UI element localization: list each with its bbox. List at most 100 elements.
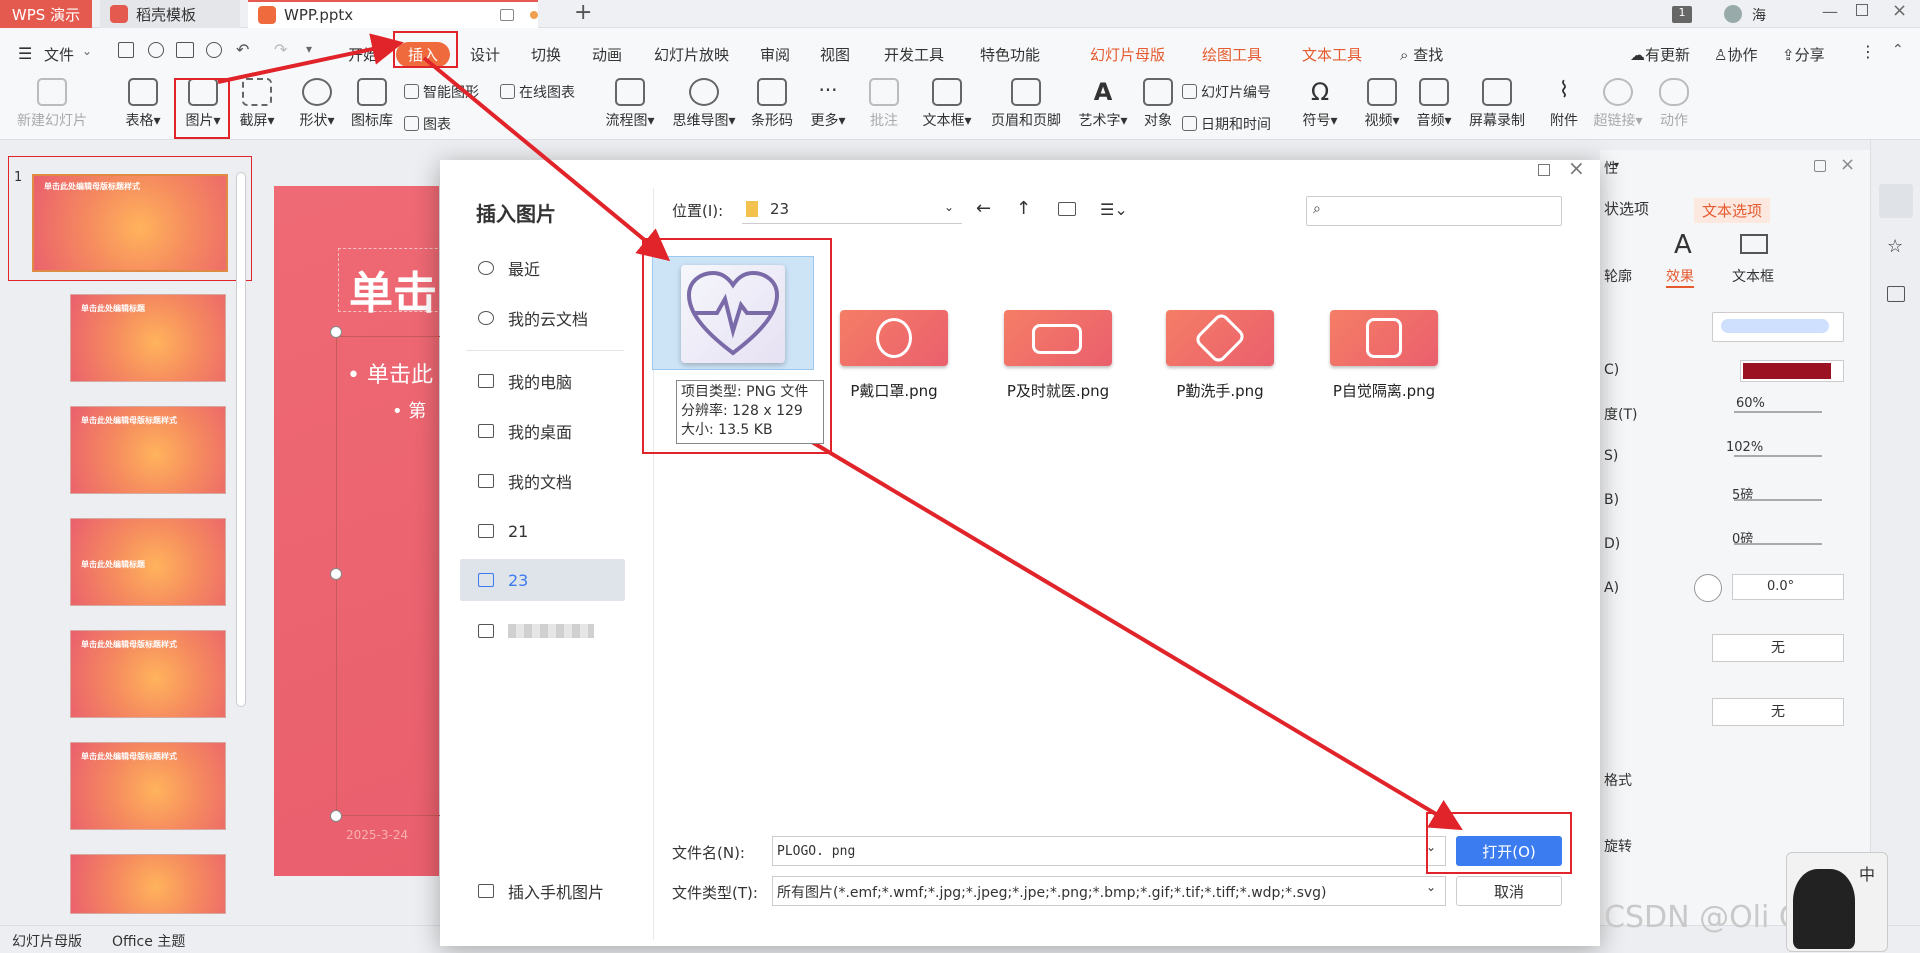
angle-dial[interactable] (1694, 574, 1722, 602)
none-select[interactable]: 无 (1712, 698, 1844, 726)
star-icon[interactable]: ☆ (1887, 236, 1903, 257)
none-select[interactable]: 无 (1712, 634, 1844, 662)
menu-animation[interactable]: 动画 (592, 44, 622, 65)
icon-library-button[interactable]: 图标库 (346, 78, 398, 130)
file-item[interactable]: P自觉隔离.png (1324, 310, 1444, 401)
resize-handle[interactable] (330, 568, 342, 580)
file-item[interactable]: P戴口罩.png (834, 310, 954, 401)
audio-button[interactable]: 音频▾ (1410, 78, 1458, 130)
comment-button[interactable]: 批注 (864, 78, 904, 130)
lock-icon[interactable] (1814, 160, 1826, 172)
avatar[interactable] (1724, 5, 1742, 23)
size-slider[interactable] (1734, 455, 1822, 457)
side-item-documents[interactable]: 我的文档 (460, 460, 625, 502)
menu-transition[interactable]: 切换 (531, 44, 561, 65)
body-placeholder[interactable]: • 单击此 • 第 (336, 336, 456, 816)
filetype-select[interactable]: 所有图片(*.emf;*.wmf;*.jpg;*.jpeg;*.jpe;*.pn… (772, 876, 1446, 906)
ime-widget[interactable]: 中 (1786, 852, 1888, 952)
menu-review[interactable]: 审阅 (760, 44, 790, 65)
screen-record-button[interactable]: 屏幕录制 (1462, 78, 1532, 130)
text-fill-icon[interactable]: A (1674, 230, 1692, 260)
action-button[interactable]: 动作 (1654, 78, 1694, 130)
menu-features[interactable]: 特色功能 (980, 44, 1040, 65)
new-tab-plus-icon[interactable]: + (574, 0, 592, 25)
side-item-cloud[interactable]: 我的云文档 (460, 297, 625, 339)
menu-drawing-tools[interactable]: 绘图工具 (1202, 44, 1262, 65)
collapse-ribbon-icon[interactable]: ⌃ (1892, 42, 1904, 58)
close-pane-icon[interactable]: × (1840, 154, 1855, 175)
maximize-icon[interactable] (1538, 164, 1550, 176)
location-select[interactable]: 23 ⌄ (742, 198, 962, 224)
user-name[interactable]: 海 (1752, 5, 1766, 25)
sub-tab-effect[interactable]: 效果 (1666, 266, 1694, 288)
sub-tab-outline[interactable]: 轮廓 (1604, 266, 1632, 286)
online-chart-button[interactable]: 在线图表 (500, 82, 575, 102)
side-item-folder-21[interactable]: 21 (460, 510, 625, 552)
angle-stepper[interactable]: 0.0° (1732, 574, 1844, 600)
view-mode-icon[interactable]: ☰⌄ (1100, 200, 1128, 219)
side-item-recent[interactable]: 最近 (460, 247, 625, 289)
layout-thumbnail[interactable]: 单击此处编辑母版标题样式 (70, 630, 226, 718)
share-button[interactable]: ⇪分享 (1782, 44, 1825, 65)
update-button[interactable]: ☁有更新 (1630, 44, 1690, 65)
menu-text-tools[interactable]: 文本工具 (1302, 44, 1362, 65)
hamburger-icon[interactable]: ☰ (18, 44, 32, 63)
chevron-down-icon[interactable]: ⌄ (82, 44, 92, 58)
sub-tab-textbox[interactable]: 文本框 (1732, 266, 1774, 286)
chart-button[interactable]: 图表 (404, 114, 451, 134)
format-painter-icon[interactable] (148, 42, 164, 58)
resize-handle[interactable] (330, 326, 342, 338)
save-icon[interactable] (118, 42, 134, 58)
cancel-button[interactable]: 取消 (1456, 876, 1562, 906)
file-item[interactable]: P及时就医.png (998, 310, 1118, 401)
shape-button[interactable]: 形状▾ (292, 78, 342, 130)
file-item[interactable]: P勤洗手.png (1160, 310, 1280, 401)
header-footer-button[interactable]: 页眉和页脚 (986, 78, 1066, 130)
layout-thumbnail[interactable]: 单击此处编辑母版标题样式 (70, 742, 226, 830)
side-item-computer[interactable]: 我的电脑 (460, 360, 625, 402)
textbox-icon[interactable] (1740, 234, 1768, 254)
close-dialog-icon[interactable]: × (1568, 156, 1585, 180)
window-count-badge[interactable]: 1 (1672, 6, 1692, 23)
layout-thumbnail[interactable]: 单击此处编辑母版标题样式 (70, 406, 226, 494)
slide-number-button[interactable]: 幻灯片编号 (1182, 82, 1271, 102)
screenshot-button[interactable]: 截屏▾ (232, 78, 282, 130)
window-icon[interactable] (500, 9, 514, 21)
close-icon[interactable]: × (1892, 0, 1907, 21)
properties-icon[interactable] (1879, 184, 1913, 218)
video-button[interactable]: 视频▾ (1358, 78, 1406, 130)
search-input[interactable]: ⌕ (1306, 196, 1562, 226)
color-select[interactable] (1740, 360, 1844, 382)
menu-file[interactable]: 文件 (44, 44, 74, 65)
back-arrow-icon[interactable]: ← (976, 198, 991, 219)
resize-handle[interactable] (330, 810, 342, 822)
slide-canvas[interactable]: 单击 • 单击此 • 第 2025-3-24 (274, 186, 458, 876)
collab-button[interactable]: ♙协作 (1714, 44, 1757, 65)
chevron-down-icon[interactable]: ⌄ (1426, 880, 1436, 894)
menu-slide-master[interactable]: 幻灯片母版 (1090, 44, 1165, 65)
mindmap-button[interactable]: 思维导图▾ (668, 78, 740, 130)
tab-template[interactable]: 稻壳模板 (100, 0, 240, 28)
symbol-button[interactable]: Ω 符号▾ (1296, 78, 1344, 130)
blur-slider[interactable] (1734, 499, 1822, 501)
distance-slider[interactable] (1734, 543, 1822, 545)
print-icon[interactable] (176, 42, 194, 58)
glow-color-select[interactable] (1712, 312, 1844, 342)
search-button[interactable]: ⌕ 查找 (1400, 44, 1443, 65)
chevron-down-icon[interactable]: ▾ (1614, 160, 1619, 171)
backup-icon[interactable] (1887, 286, 1905, 302)
transparency-slider[interactable] (1734, 411, 1822, 413)
object-button[interactable]: 对象 (1138, 78, 1178, 130)
new-folder-icon[interactable] (1058, 202, 1076, 216)
redo-icon[interactable]: ↷ (274, 40, 287, 59)
print-preview-icon[interactable] (206, 42, 222, 58)
menu-home[interactable]: 开始 (348, 44, 378, 65)
tab-wps-app[interactable]: WPS 演示 (0, 0, 92, 28)
insert-phone-picture-button[interactable]: 插入手机图片 (460, 870, 625, 912)
up-arrow-icon[interactable]: ↑ (1016, 198, 1031, 219)
attachment-button[interactable]: ⌇ 附件 (1544, 78, 1584, 130)
menu-view[interactable]: 视图 (820, 44, 850, 65)
more-icon[interactable]: ⋮ (1860, 42, 1876, 61)
undo-icon[interactable]: ↶ (236, 40, 249, 59)
thumb-scrollbar[interactable] (236, 172, 246, 707)
